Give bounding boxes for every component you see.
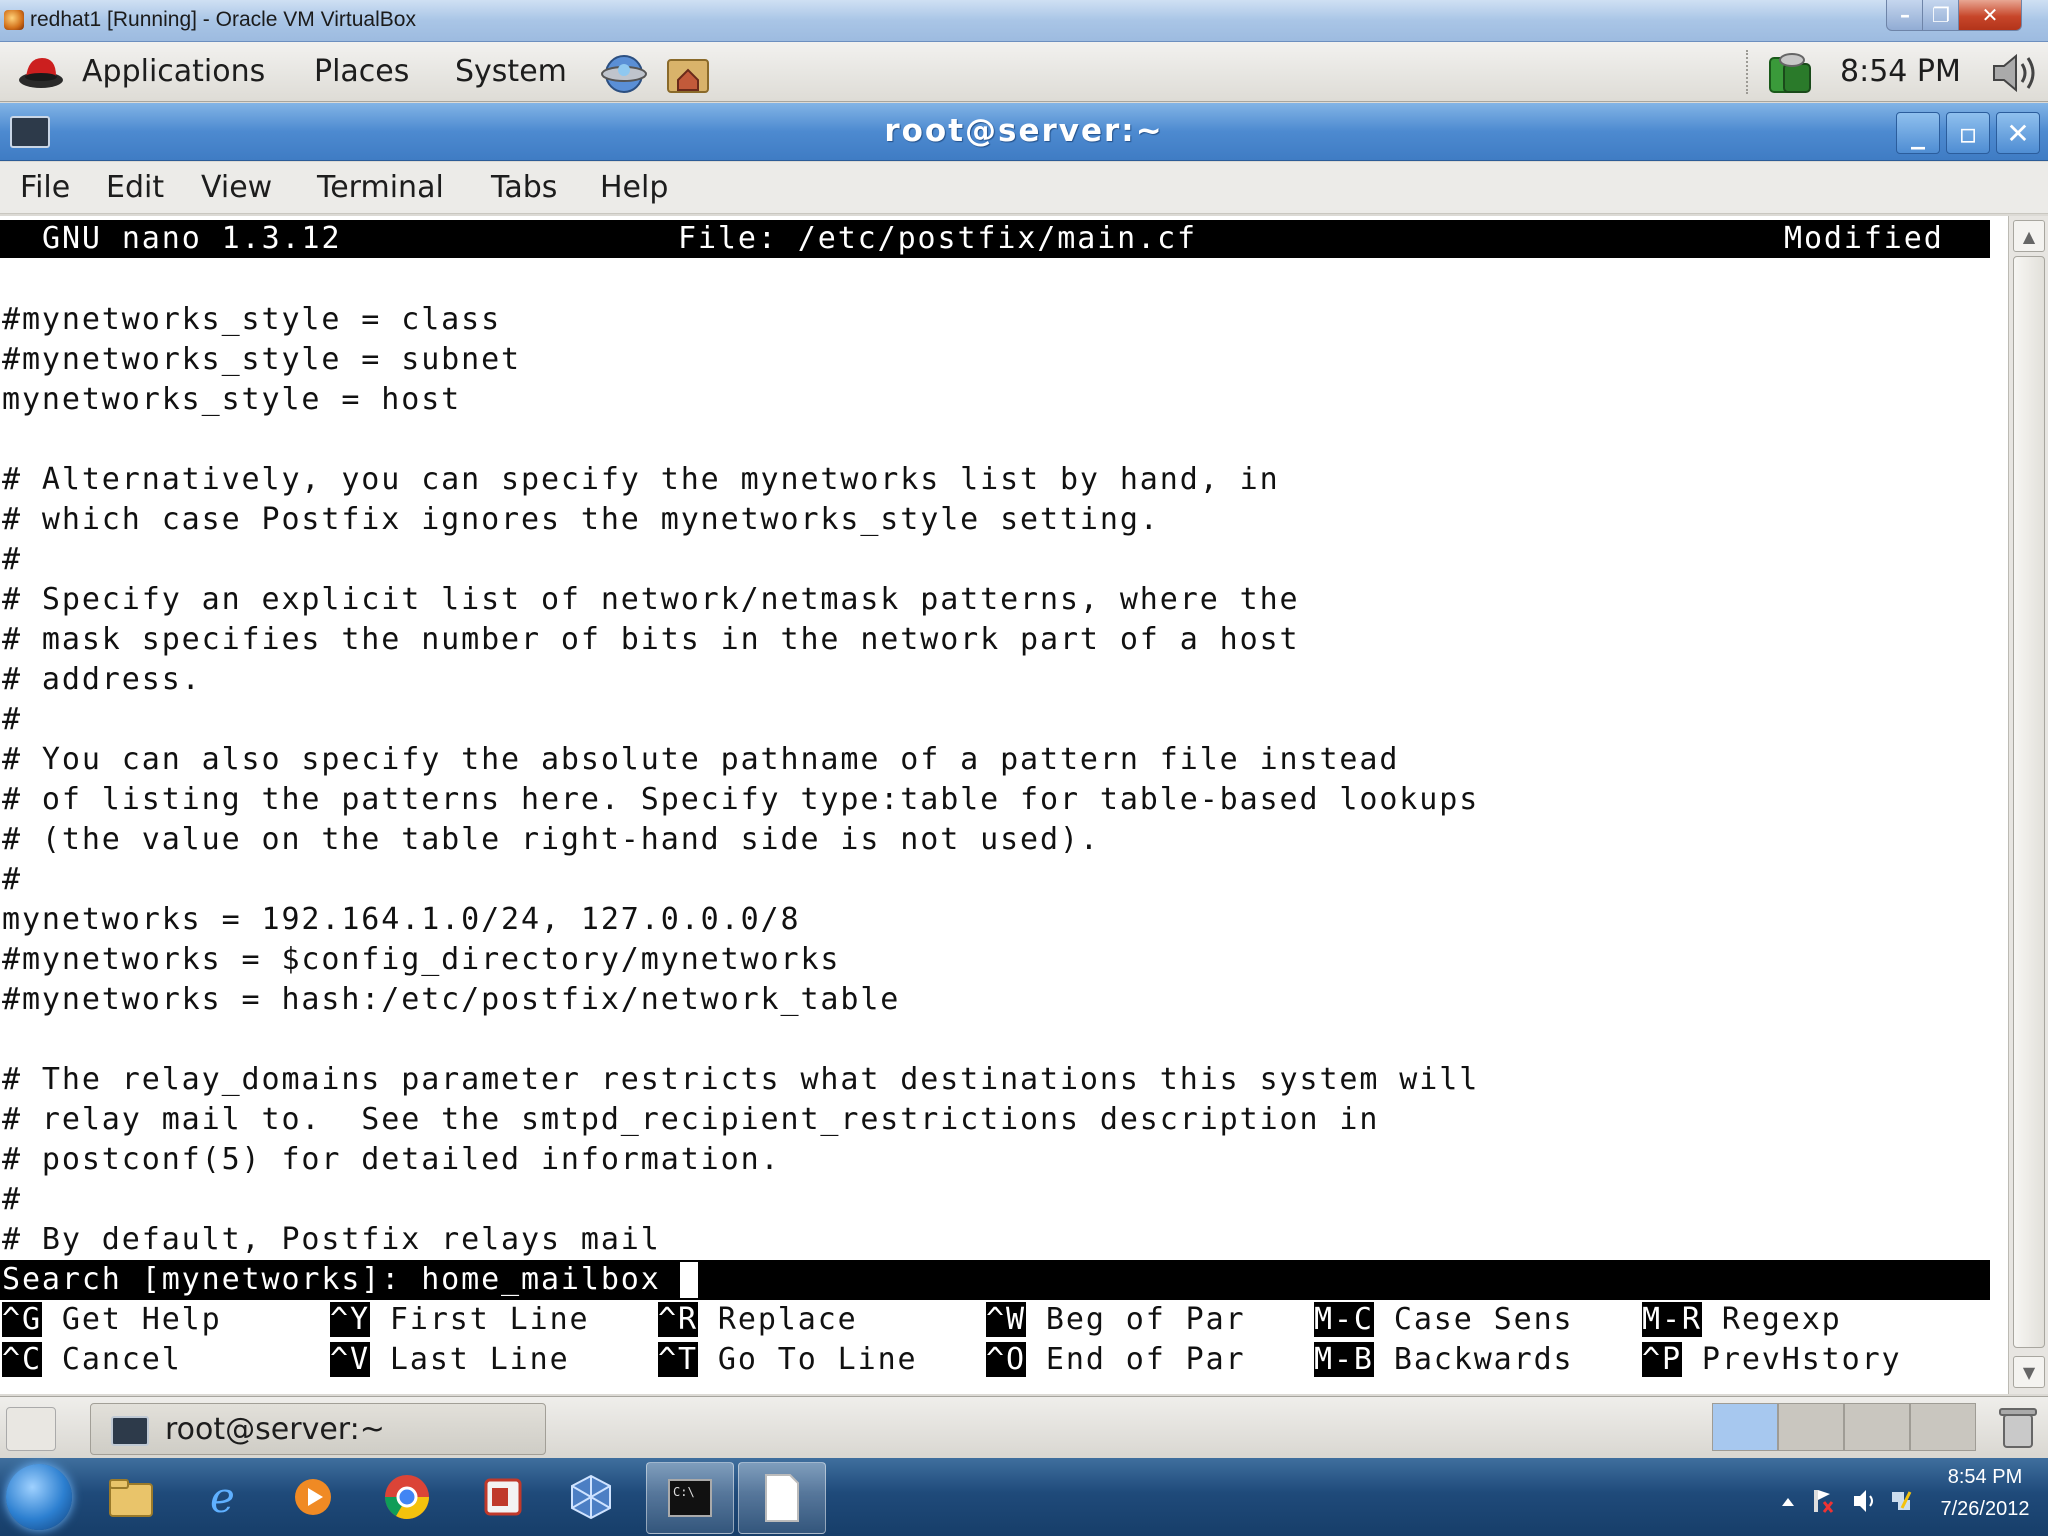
shortcut-last-line: ^V Last Line bbox=[330, 1342, 570, 1377]
system-menu[interactable]: System bbox=[455, 54, 567, 89]
explorer-icon[interactable] bbox=[88, 1462, 174, 1532]
menu-help[interactable]: Help bbox=[600, 170, 668, 205]
virtualbox-title-bar: redhat1 [Running] - Oracle VM VirtualBox… bbox=[0, 0, 2048, 42]
redhat-logo-icon[interactable] bbox=[16, 50, 66, 92]
editor-line: # (the value on the table right-hand sid… bbox=[2, 822, 1100, 857]
gnome-bottom-panel: root@server:~ bbox=[0, 1396, 2048, 1458]
applications-menu[interactable]: Applications bbox=[82, 54, 265, 89]
editor-line: # Alternatively, you can specify the myn… bbox=[2, 462, 1280, 497]
taskbar-terminal-button[interactable]: root@server:~ bbox=[90, 1403, 546, 1455]
shortcut-get-help: ^G Get Help bbox=[2, 1302, 222, 1337]
shortcut-beg-of-par: ^W Beg of Par bbox=[986, 1302, 1246, 1337]
workspace-4[interactable] bbox=[1910, 1403, 1976, 1451]
nano-filename: File: /etc/postfix/main.cf bbox=[678, 221, 1197, 256]
search-input[interactable]: Search [mynetworks]: home_mailbox bbox=[2, 1260, 661, 1300]
terminal-title-bar[interactable]: root@server:~ _ ▫ ✕ bbox=[0, 103, 2048, 161]
chrome-icon[interactable] bbox=[364, 1462, 450, 1532]
editor-line: # of listing the patterns here. Specify … bbox=[2, 782, 1480, 817]
editor-line: #mynetworks = $config_directory/mynetwor… bbox=[2, 942, 841, 977]
editor-line: # You can also specify the absolute path… bbox=[2, 742, 1400, 777]
text-cursor bbox=[680, 1262, 698, 1298]
terminal-window-title: root@server:~ bbox=[884, 113, 1164, 149]
gnome-top-panel: Applications Places System 8:54 PM bbox=[0, 42, 2048, 102]
editor-line: #mynetworks_style = subnet bbox=[2, 342, 521, 377]
menu-tabs[interactable]: Tabs bbox=[491, 170, 557, 205]
system-clock-date[interactable]: 7/26/2012 bbox=[1930, 1498, 2040, 1521]
panel-separator bbox=[1746, 50, 1754, 94]
editor-line: mynetworks = 192.164.1.0/24, 127.0.0.0/8 bbox=[2, 902, 801, 937]
terminal-menubar: File Edit View Terminal Tabs Help bbox=[0, 162, 2048, 214]
terminal-close-button[interactable]: ✕ bbox=[1996, 112, 2040, 154]
editor-line: # The relay_domains parameter restricts … bbox=[2, 1062, 1480, 1097]
windows-taskbar: e C:\ 8:54 PM 7/26/2012 bbox=[0, 1458, 2048, 1536]
taskbar-terminal-label: root@server:~ bbox=[165, 1412, 385, 1447]
media-player-icon[interactable] bbox=[270, 1462, 356, 1532]
places-menu[interactable]: Places bbox=[314, 54, 409, 89]
editor-line: # mask specifies the number of bits in t… bbox=[2, 622, 1300, 657]
editor-line: # bbox=[2, 542, 22, 577]
editor-line: # postconf(5) for detailed information. bbox=[2, 1142, 781, 1177]
trash-icon[interactable] bbox=[1998, 1405, 2038, 1451]
editor-line: # bbox=[2, 862, 22, 897]
home-folder-icon[interactable] bbox=[664, 50, 712, 98]
nano-version: GNU nano 1.3.12 bbox=[42, 221, 342, 256]
nano-modified-status: Modified bbox=[1784, 221, 1944, 256]
editor-line: #mynetworks = hash:/etc/postfix/network_… bbox=[2, 982, 901, 1017]
nano-header-bar: GNU nano 1.3.12 File: /etc/postfix/main.… bbox=[0, 220, 1990, 258]
panel-clock[interactable]: 8:54 PM bbox=[1840, 54, 1961, 89]
scroll-down-arrow-icon[interactable]: ▼ bbox=[2013, 1356, 2045, 1388]
scrollbar-thumb[interactable] bbox=[2013, 256, 2045, 1348]
terminal-content[interactable]: GNU nano 1.3.12 File: /etc/postfix/main.… bbox=[0, 216, 2008, 1394]
editor-line: # bbox=[2, 1182, 22, 1217]
svg-text:C:\: C:\ bbox=[673, 1485, 695, 1499]
workspace-1[interactable] bbox=[1712, 1403, 1778, 1451]
document-icon[interactable] bbox=[738, 1462, 826, 1534]
terminal-minimize-button[interactable]: _ bbox=[1896, 112, 1940, 154]
minimize-button[interactable]: – bbox=[1886, 0, 1924, 31]
editor-line: # address. bbox=[2, 662, 202, 697]
terminal-scrollbar[interactable]: ▲ ▼ bbox=[2008, 216, 2048, 1394]
shortcut-prev-history: ^P PrevHstory bbox=[1642, 1342, 1902, 1377]
software-update-icon[interactable] bbox=[1762, 50, 1816, 96]
editor-line: # Specify an explicit list of network/ne… bbox=[2, 582, 1300, 617]
shortcut-replace: ^R Replace bbox=[658, 1302, 858, 1337]
system-clock-time[interactable]: 8:54 PM bbox=[1930, 1466, 2040, 1489]
editor-line: # relay mail to. See the smtpd_recipient… bbox=[2, 1102, 1380, 1137]
windows-start-icon[interactable] bbox=[6, 1464, 72, 1530]
shortcut-regexp: M-R Regexp bbox=[1642, 1302, 1842, 1337]
virtualbox-window-title: redhat1 [Running] - Oracle VM VirtualBox bbox=[30, 8, 416, 31]
shortcut-end-of-par: ^O End of Par bbox=[986, 1342, 1246, 1377]
shortcut-backwards: M-B Backwards bbox=[1314, 1342, 1574, 1377]
menu-view[interactable]: View bbox=[201, 170, 272, 205]
shortcut-go-to-line: ^T Go To Line bbox=[658, 1342, 918, 1377]
workspace-3[interactable] bbox=[1844, 1403, 1910, 1451]
editor-line: mynetworks_style = host bbox=[2, 382, 462, 417]
workspace-2[interactable] bbox=[1778, 1403, 1844, 1451]
virtualbox-app-icon bbox=[4, 10, 24, 30]
close-button[interactable]: ✕ bbox=[1958, 0, 2022, 31]
menu-edit[interactable]: Edit bbox=[106, 170, 164, 205]
shortcut-case-sens: M-C Case Sens bbox=[1314, 1302, 1574, 1337]
editor-line: #mynetworks_style = class bbox=[2, 302, 502, 337]
virtualbox-icon[interactable] bbox=[548, 1462, 634, 1532]
terminal-maximize-button[interactable]: ▫ bbox=[1946, 112, 1990, 154]
internet-explorer-icon[interactable]: e bbox=[182, 1462, 268, 1532]
menu-file[interactable]: File bbox=[20, 170, 70, 205]
menu-terminal[interactable]: Terminal bbox=[317, 170, 444, 205]
nano-search-bar[interactable]: Search [mynetworks]: home_mailbox bbox=[0, 1260, 1990, 1300]
editor-line: # which case Postfix ignores the mynetwo… bbox=[2, 502, 1160, 537]
volume-icon[interactable] bbox=[1988, 50, 2042, 96]
cmd-icon[interactable]: C:\ bbox=[646, 1462, 734, 1534]
maximize-button[interactable]: ❐ bbox=[1922, 0, 1960, 31]
office-icon[interactable] bbox=[460, 1462, 546, 1532]
network-browser-icon[interactable] bbox=[600, 52, 648, 96]
terminal-icon bbox=[111, 1416, 149, 1446]
editor-line: # By default, Postfix relays mail bbox=[2, 1222, 661, 1257]
shortcut-cancel: ^C Cancel bbox=[2, 1342, 182, 1377]
show-desktop-icon[interactable] bbox=[6, 1407, 56, 1451]
svg-text:e: e bbox=[210, 1473, 235, 1522]
shortcut-first-line: ^Y First Line bbox=[330, 1302, 590, 1337]
scroll-up-arrow-icon[interactable]: ▲ bbox=[2013, 220, 2045, 252]
editor-line: # bbox=[2, 702, 22, 737]
